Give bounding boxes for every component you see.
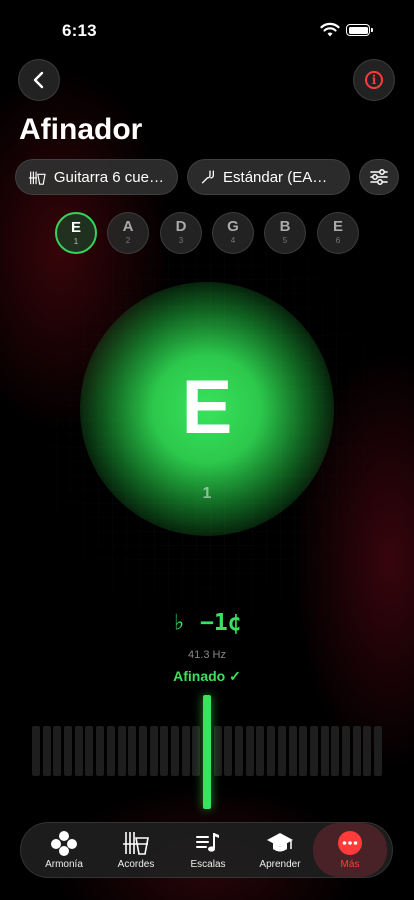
page-title: Afinador: [19, 113, 143, 146]
cents-readout: ♭ −1¢: [172, 610, 242, 636]
wifi-icon: [320, 22, 340, 37]
meter-tick: [246, 726, 254, 776]
string-note: E: [70, 219, 81, 236]
meter-tick: [128, 726, 136, 776]
tab-label: Armonía: [45, 859, 83, 870]
meter-tick: [118, 726, 126, 776]
info-icon: i: [365, 71, 383, 89]
instrument-selector[interactable]: Guitarra 6 cuerdas: [15, 159, 178, 195]
status-bar: 6:13: [0, 0, 414, 56]
tab-label: Escalas: [190, 859, 226, 870]
meter-tick: [64, 726, 72, 776]
tuning-label: Estándar (EADGBE): [223, 168, 337, 186]
tuning-selector[interactable]: Estándar (EADGBE): [187, 159, 350, 195]
string-number: 1: [73, 237, 79, 246]
tuning-needle: [203, 695, 211, 809]
meter-tick: [85, 726, 93, 776]
meter-tick: [374, 726, 382, 776]
string-number: 5: [282, 236, 288, 245]
graduation-cap-icon: [267, 833, 293, 852]
meter-tick: [310, 726, 318, 776]
meter-tick: [32, 726, 40, 776]
meter-tick: [299, 726, 307, 776]
meter-tick: [331, 726, 339, 776]
meter-tick: [353, 726, 361, 776]
meter-tick: [224, 726, 232, 776]
meter-tick: [214, 726, 222, 776]
string-number: 2: [125, 236, 131, 245]
back-button[interactable]: [18, 59, 60, 101]
chevron-left-icon: [33, 71, 44, 89]
meter-tick: [256, 726, 264, 776]
string-note: D: [175, 218, 187, 235]
string-button-4[interactable]: G 4: [212, 212, 254, 254]
tab-mas[interactable]: Más: [313, 823, 387, 877]
frequency-readout: 41.3 Hz: [188, 649, 226, 661]
meter-tick: [192, 726, 200, 776]
tuning-status: Afinado ✓: [173, 668, 241, 684]
more-icon: [338, 831, 362, 855]
chords-icon: [123, 832, 149, 855]
meter-tick: [267, 726, 275, 776]
sliders-icon: [370, 169, 388, 185]
tab-label: Acordes: [117, 859, 155, 870]
meter-tick: [342, 726, 350, 776]
info-button[interactable]: i: [353, 59, 395, 101]
tuning-fork-icon: [201, 170, 215, 184]
string-number: 6: [335, 236, 341, 245]
meter-tick: [53, 726, 61, 776]
scales-icon: [196, 833, 219, 852]
meter-tick: [43, 726, 51, 776]
guitars-icon: [28, 171, 46, 185]
string-button-6[interactable]: E 6: [317, 212, 359, 254]
status-time: 6:13: [62, 21, 97, 40]
meter-tick: [289, 726, 297, 776]
meter-tick: [171, 726, 179, 776]
string-note: G: [227, 218, 239, 235]
instrument-label: Guitarra 6 cuerdas: [53, 168, 165, 186]
string-button-1[interactable]: E 1: [55, 212, 97, 254]
string-number: 4: [230, 236, 236, 245]
meter-tick: [75, 726, 83, 776]
tab-escalas[interactable]: Escalas: [171, 823, 245, 877]
string-note: B: [279, 218, 291, 235]
dynamic-island: [150, 10, 262, 46]
meter-tick: [139, 726, 147, 776]
meter-tick: [96, 726, 104, 776]
meter-tick: [321, 726, 329, 776]
battery-icon: [346, 24, 373, 36]
string-button-5[interactable]: B 5: [264, 212, 306, 254]
string-selector: E 1 A 2 D 3 G 4 B 5 E 6: [55, 212, 365, 256]
string-note: E: [332, 218, 343, 235]
string-number: 3: [178, 236, 184, 245]
detected-octave: 1: [202, 485, 212, 502]
tuner-settings-button[interactable]: [359, 159, 399, 195]
meter-tick: [182, 726, 190, 776]
string-button-2[interactable]: A 2: [107, 212, 149, 254]
meter-tick: [278, 726, 286, 776]
tab-aprender[interactable]: Aprender: [243, 823, 317, 877]
harmony-icon: [51, 831, 77, 856]
meter-tick: [107, 726, 115, 776]
string-note: A: [122, 218, 134, 235]
meter-tick: [235, 726, 243, 776]
detected-note: E: [181, 365, 233, 450]
tab-label: Aprender: [259, 859, 301, 870]
tab-label: Más: [340, 859, 360, 870]
meter-tick: [363, 726, 371, 776]
tab-bar: Armonía Acordes Escalas Aprender Más: [20, 822, 393, 878]
tab-acordes[interactable]: Acordes: [99, 823, 173, 877]
tab-armonia[interactable]: Armonía: [27, 823, 101, 877]
string-button-3[interactable]: D 3: [160, 212, 202, 254]
meter-tick: [150, 726, 158, 776]
meter-tick: [160, 726, 168, 776]
